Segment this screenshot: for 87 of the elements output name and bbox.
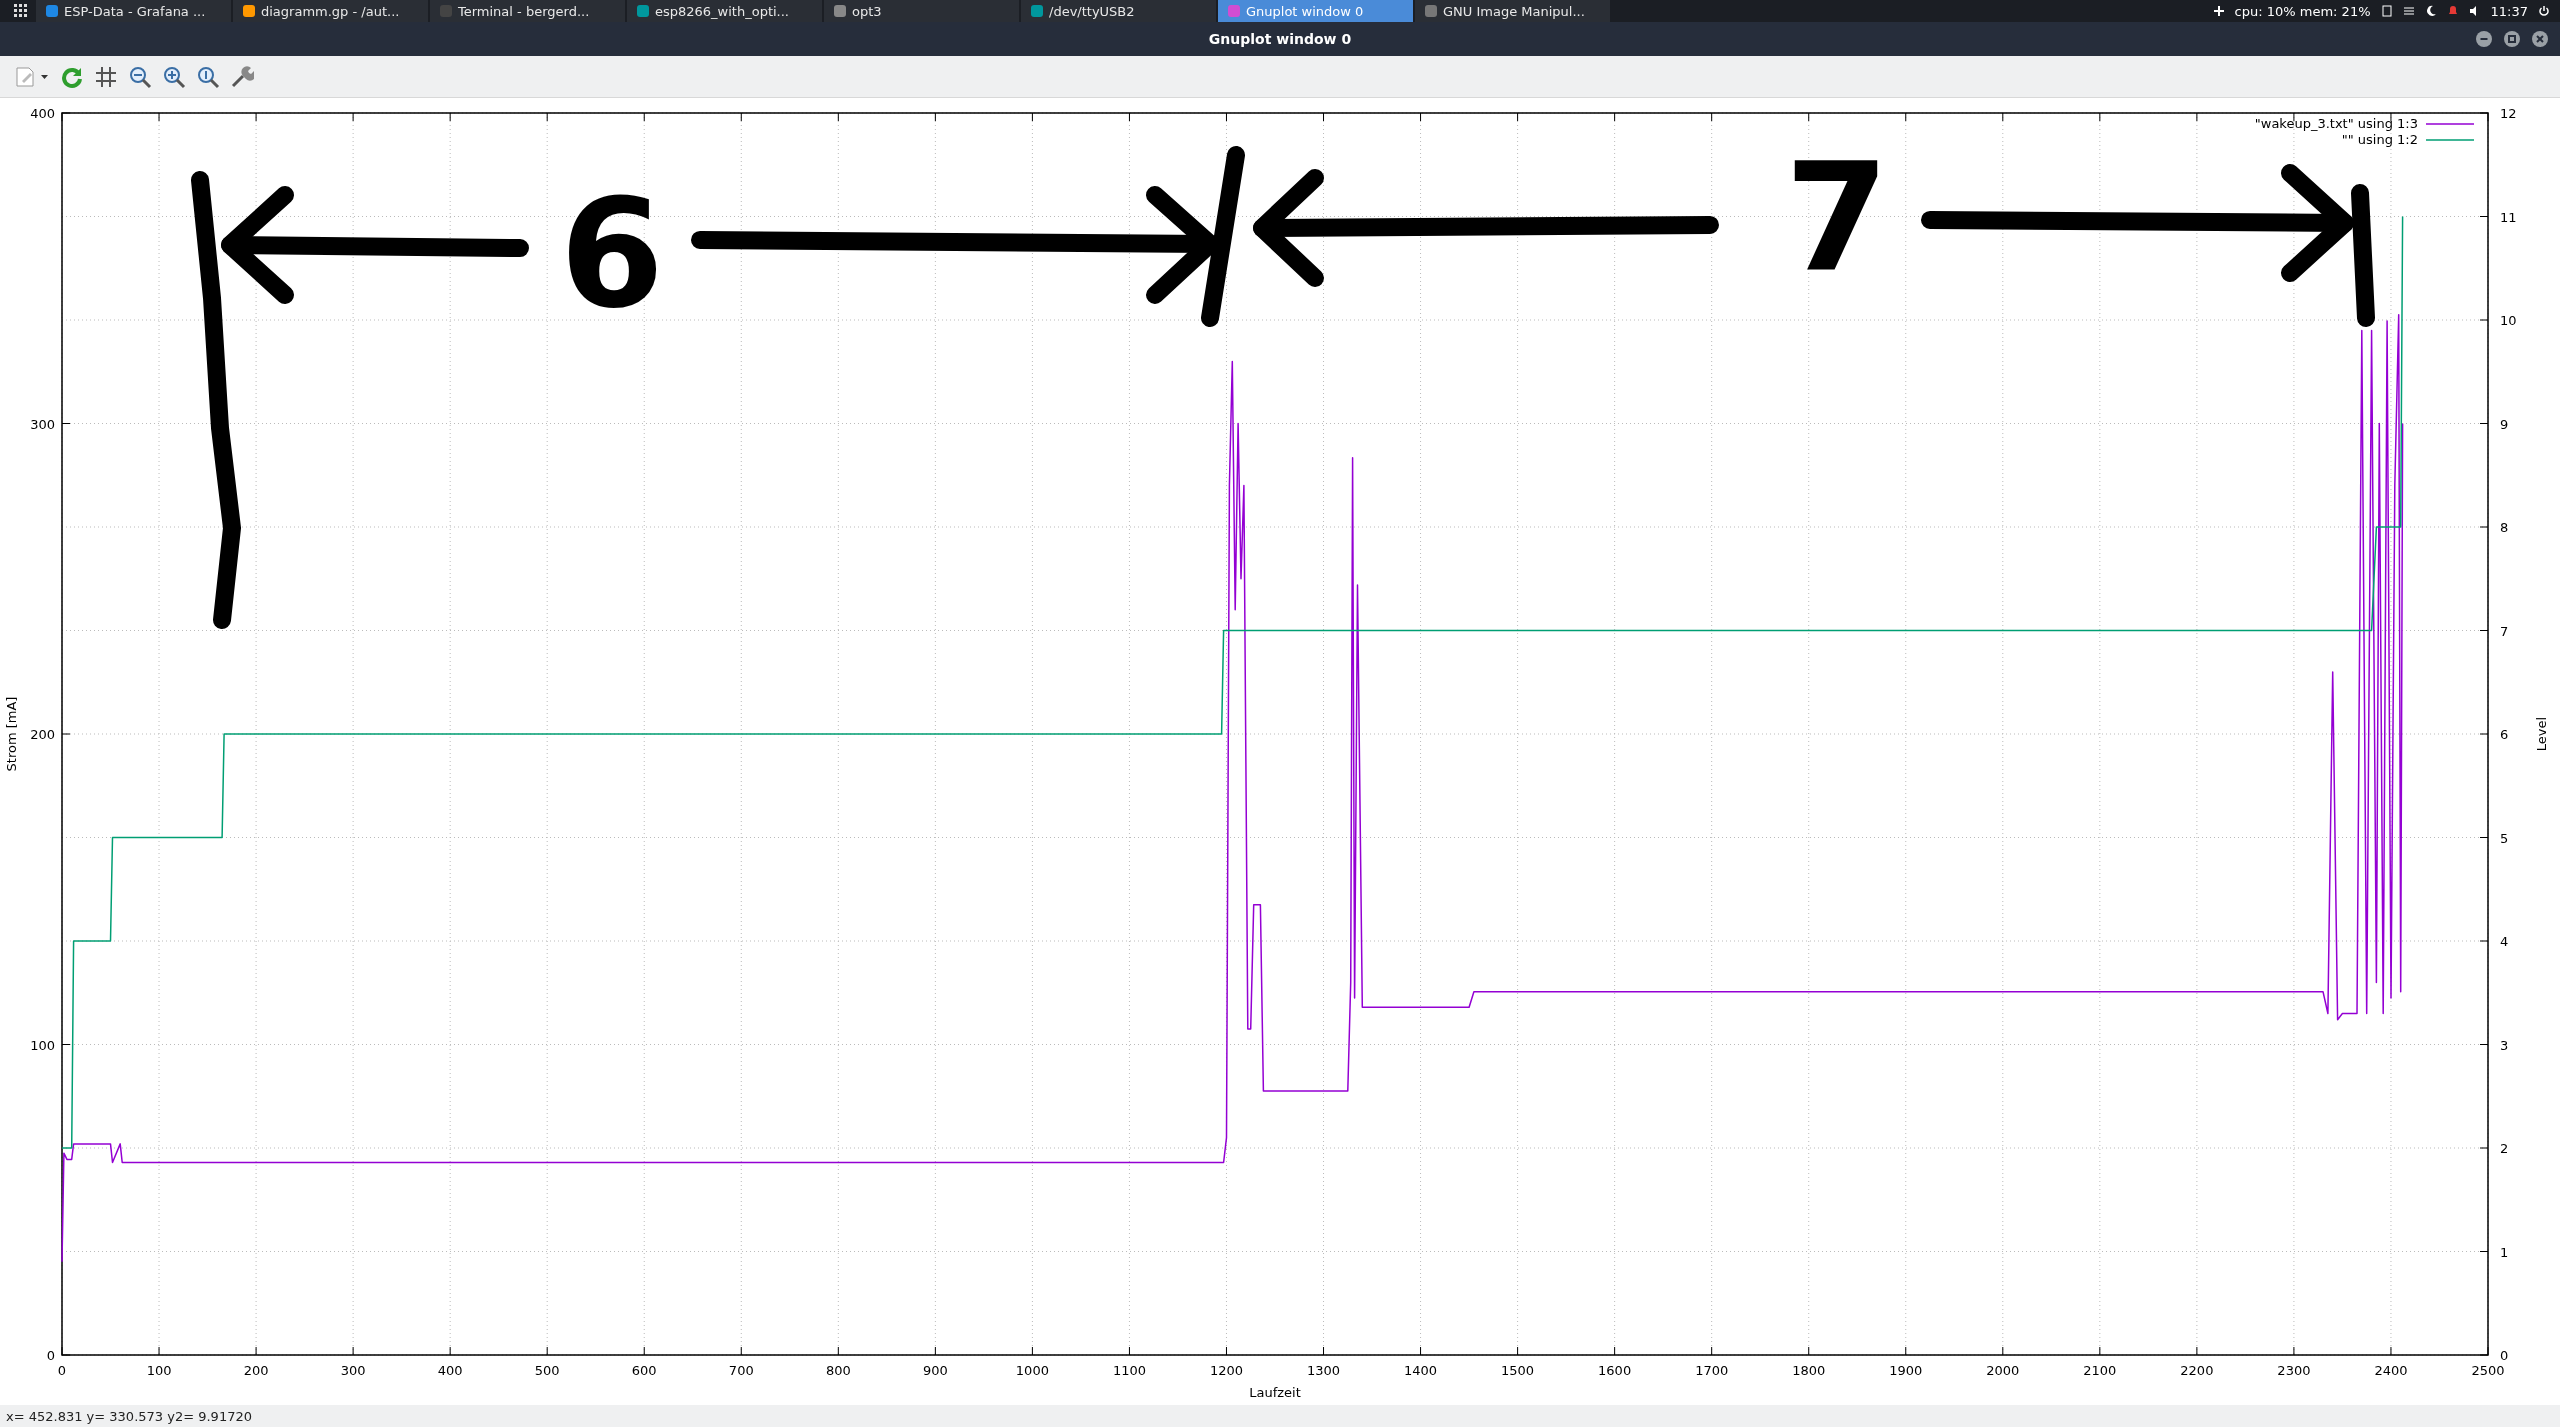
x-tick-label: 2200 — [2180, 1363, 2214, 1378]
y-tick-label: 200 — [30, 727, 55, 742]
y-tick-label: 400 — [30, 106, 55, 121]
taskbar-item[interactable]: /dev/ttyUSB2 — [1021, 0, 1216, 22]
menu-icon[interactable] — [2402, 5, 2415, 17]
menu-icon[interactable] — [14, 4, 28, 18]
zoom-out-icon[interactable] — [128, 64, 152, 89]
x-tick-label: 2400 — [2374, 1363, 2408, 1378]
taskbar-item[interactable]: Gnuplot window 0 — [1218, 0, 1413, 22]
x-tick-label: 100 — [146, 1363, 172, 1378]
app-icon — [1228, 5, 1240, 17]
y2-tick-label: 11 — [2500, 209, 2517, 225]
y-tick-label: 0 — [46, 1348, 55, 1363]
x-tick-label: 300 — [340, 1363, 366, 1378]
taskbar-item[interactable]: ESP-Data - Grafana ... — [36, 0, 231, 22]
x-tick-label: 1000 — [1015, 1363, 1049, 1378]
x-tick-label: 2300 — [2277, 1363, 2311, 1378]
status-bar: x= 452.831 y= 330.573 y2= 9.91720 — [0, 1405, 2560, 1427]
app-icon — [637, 5, 649, 17]
zoom-reset-icon[interactable] — [196, 64, 220, 89]
taskbar-item[interactable]: Terminal - bergerd... — [430, 0, 625, 22]
zoom-in-icon[interactable] — [162, 64, 186, 89]
app-icon — [1031, 5, 1043, 17]
x-tick-label: 200 — [243, 1363, 269, 1378]
y2-tick-label: 7 — [2500, 623, 2509, 639]
y2-axis-label: Level — [2534, 716, 2549, 752]
app-icon — [834, 5, 846, 17]
x-tick-label: 1200 — [1209, 1363, 1244, 1378]
x-tick-label: 1500 — [1501, 1363, 1535, 1378]
legend-label: "" using 1:2 — [2341, 132, 2418, 147]
y2-tick-label: 10 — [2500, 313, 2517, 328]
maximize-icon[interactable] — [2504, 31, 2520, 47]
taskbar-item[interactable]: opt3 — [824, 0, 1019, 22]
x-tick-label: 1400 — [1404, 1363, 1438, 1378]
plus-icon[interactable] — [2212, 5, 2225, 17]
x-tick-label: 1700 — [1695, 1363, 1729, 1378]
y2-tick-label: 5 — [2500, 830, 2509, 846]
x-tick-label: 500 — [534, 1363, 560, 1378]
window-title: Gnuplot window 0 — [1208, 31, 1352, 47]
app-icon — [243, 5, 255, 17]
x-tick-label: 1800 — [1792, 1363, 1826, 1378]
taskbar-item[interactable]: esp8266_with_opti... — [627, 0, 822, 22]
y2-tick-label: 8 — [2500, 520, 2509, 535]
x-tick-label: 0 — [57, 1363, 67, 1378]
x-tick-label: 1600 — [1598, 1363, 1632, 1378]
x-tick-label: 800 — [825, 1363, 851, 1378]
y-tick-label: 300 — [30, 416, 55, 432]
grid-icon[interactable] — [94, 64, 118, 89]
x-tick-label: 1100 — [1112, 1363, 1146, 1378]
power-icon[interactable] — [2538, 5, 2550, 17]
x-tick-label: 1300 — [1306, 1363, 1341, 1378]
y2-tick-label: 4 — [2500, 934, 2509, 949]
close-icon[interactable] — [2532, 31, 2548, 47]
moon-icon[interactable] — [2424, 5, 2437, 17]
x-tick-label: 400 — [437, 1363, 463, 1378]
x-tick-label: 2000 — [1986, 1363, 2020, 1378]
x-tick-label: 600 — [631, 1363, 657, 1378]
y2-tick-label: 9 — [2500, 416, 2509, 432]
x-tick-label: 2100 — [2083, 1363, 2117, 1378]
taskbar-item[interactable]: diagramm.gp - /aut... — [233, 0, 428, 22]
y2-tick-label: 12 — [2500, 106, 2517, 121]
taskbar-item[interactable]: GNU Image Manipul... — [1415, 0, 1610, 22]
bell-icon[interactable] — [2446, 5, 2459, 17]
x-axis-label: Laufzeit — [1249, 1385, 1301, 1400]
annotation-label: 6 — [559, 167, 665, 341]
x-tick-label: 2500 — [2471, 1363, 2505, 1378]
y-axis-label: Strom [mA] — [4, 696, 19, 772]
export-button[interactable] — [14, 64, 50, 89]
app-icon — [1425, 5, 1437, 17]
clock: 11:37 — [2490, 3, 2528, 19]
battery-icon[interactable] — [2380, 5, 2393, 17]
y-tick-label: 100 — [30, 1037, 55, 1053]
y2-tick-label: 2 — [2500, 1141, 2509, 1156]
y2-tick-label: 3 — [2500, 1037, 2509, 1053]
y2-tick-label: 6 — [2500, 727, 2509, 742]
wrench-icon[interactable] — [230, 64, 254, 89]
x-tick-label: 1900 — [1889, 1363, 1923, 1378]
x-tick-label: 900 — [922, 1363, 948, 1378]
system-monitor: cpu: 10% mem: 21% — [2234, 3, 2371, 19]
app-icon — [46, 5, 58, 17]
legend-label: "wakeup_3.txt" using 1:3 — [2254, 116, 2418, 131]
annotation-label: 7 — [1784, 131, 1890, 305]
y2-tick-label: 0 — [2500, 1348, 2509, 1363]
minimize-icon[interactable] — [2476, 31, 2492, 47]
app-icon — [440, 5, 452, 17]
x-tick-label: 700 — [728, 1363, 754, 1378]
y2-tick-label: 1 — [2500, 1244, 2509, 1260]
